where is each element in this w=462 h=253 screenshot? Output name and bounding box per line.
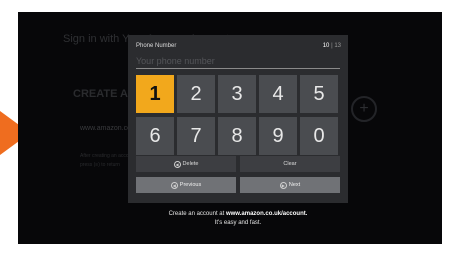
next-button[interactable]: ▶ Next bbox=[240, 177, 340, 193]
key-9[interactable]: 9 bbox=[259, 117, 297, 155]
previous-label: Previous bbox=[179, 182, 202, 188]
tv-screen: Sign in with Your Amazon Account CREATE … bbox=[18, 12, 442, 244]
phone-number-input[interactable] bbox=[136, 54, 340, 69]
counter-total: 13 bbox=[334, 43, 341, 49]
delete-button[interactable]: ◀ Delete bbox=[136, 156, 236, 172]
footer-line-2: It's easy and fast. bbox=[214, 220, 262, 226]
counter-current: 10 bbox=[322, 43, 330, 49]
key-8[interactable]: 8 bbox=[218, 117, 256, 155]
phone-number-dialog: Phone Number 10 | 13 1 2 3 4 5 6 7 8 9 0… bbox=[128, 35, 348, 203]
key-7[interactable]: 7 bbox=[177, 117, 215, 155]
numeric-keypad: 1 2 3 4 5 6 7 8 9 0 bbox=[136, 75, 340, 155]
key-2[interactable]: 2 bbox=[177, 75, 215, 113]
clear-button[interactable]: Clear bbox=[240, 156, 340, 172]
fast-forward-icon: ▶ bbox=[279, 181, 287, 189]
key-4[interactable]: 4 bbox=[259, 75, 297, 113]
footer-message: Create an account at www.amazon.co.uk/ac… bbox=[128, 210, 348, 228]
plus-icon: + bbox=[351, 96, 377, 122]
key-3[interactable]: 3 bbox=[218, 75, 256, 113]
rewind-icon: ◀ bbox=[170, 181, 178, 189]
character-counter: 10 | 13 bbox=[323, 43, 341, 49]
key-0[interactable]: 0 bbox=[300, 117, 338, 155]
clear-label: Clear bbox=[283, 161, 297, 167]
delete-label: Delete bbox=[182, 161, 199, 167]
footer-line-1: Create an account at www.amazon.co.uk/ac… bbox=[128, 210, 348, 219]
key-5[interactable]: 5 bbox=[300, 75, 338, 113]
key-1[interactable]: 1 bbox=[136, 75, 174, 113]
previous-button[interactable]: ◀ Previous bbox=[136, 177, 236, 193]
footer-url: www.amazon.co.uk/account. bbox=[225, 211, 308, 217]
rewind-icon: ◀ bbox=[173, 160, 181, 168]
background-press-text: press (≡) to return bbox=[80, 162, 120, 168]
counter-separator: | bbox=[331, 43, 333, 49]
navigation-actions: ◀ Previous ▶ Next bbox=[136, 177, 340, 193]
dialog-title: Phone Number bbox=[136, 43, 177, 49]
next-label: Next bbox=[288, 182, 301, 188]
key-6[interactable]: 6 bbox=[136, 117, 174, 155]
edit-actions: ◀ Delete Clear bbox=[136, 156, 340, 172]
footer-prefix: Create an account at bbox=[168, 211, 225, 217]
